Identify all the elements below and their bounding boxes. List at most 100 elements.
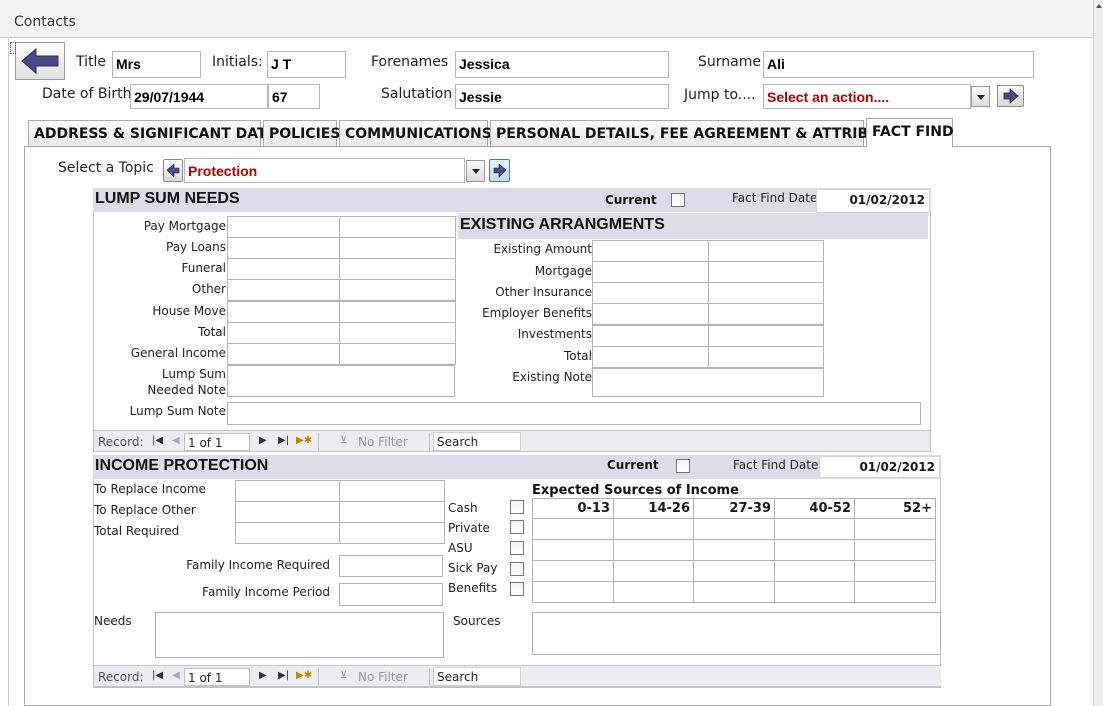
sources-grid-cell[interactable] [613, 560, 694, 582]
existing-value-field[interactable] [708, 282, 824, 304]
lump-sum-note-field[interactable] [227, 402, 921, 425]
income-amount-field[interactable] [235, 501, 340, 523]
sources-grid-cell[interactable] [774, 518, 855, 540]
sources-grid-cell[interactable] [693, 581, 775, 603]
existing-amount-field[interactable] [592, 325, 709, 347]
lump-value-field[interactable] [339, 343, 456, 365]
source-checkbox[interactable] [510, 541, 524, 555]
sources-grid-cell[interactable] [693, 539, 775, 561]
tab-personal-details[interactable]: PERSONAL DETAILS, FEE AGREEMENT & ATTRIB… [490, 120, 909, 146]
source-checkbox[interactable] [510, 582, 524, 596]
lump-amount-field[interactable] [227, 237, 340, 259]
title-field[interactable]: Mrs [112, 51, 201, 78]
source-checkbox[interactable] [510, 562, 524, 576]
sources-grid-cell[interactable] [854, 560, 936, 582]
lump-value-field[interactable] [339, 279, 456, 301]
no-filter-button[interactable]: No Filter [358, 435, 408, 449]
jump-go-button[interactable] [997, 85, 1024, 107]
lump-amount-field[interactable] [227, 343, 340, 365]
record-position-field[interactable]: 1 of 1 [184, 668, 250, 686]
initials-field[interactable]: J T [267, 51, 346, 78]
lump-value-field[interactable] [339, 301, 456, 323]
sources-grid-cell[interactable] [774, 581, 855, 603]
next-record-icon[interactable]: ▶ [259, 435, 267, 446]
income-amount-field[interactable] [235, 522, 340, 544]
search-input[interactable]: Search [433, 432, 521, 451]
jump-dropdown-button[interactable] [971, 86, 990, 107]
source-checkbox[interactable] [510, 520, 524, 534]
existing-amount-field[interactable] [592, 346, 709, 368]
lump-value-field[interactable] [339, 237, 456, 259]
first-record-icon[interactable]: |◀ [152, 435, 163, 446]
family-income-required-field[interactable] [339, 555, 443, 577]
record-position-field[interactable]: 1 of 1 [184, 433, 250, 451]
age-field[interactable]: 67 [268, 84, 320, 109]
topic-select[interactable]: Protection [184, 158, 465, 183]
existing-value-field[interactable] [708, 303, 824, 325]
lump-value-field[interactable] [339, 258, 456, 280]
sources-grid-cell[interactable] [693, 560, 775, 582]
sources-grid-cell[interactable] [532, 560, 614, 582]
lump-amount-field[interactable] [227, 258, 340, 280]
existing-value-field[interactable] [708, 346, 824, 368]
lump-sum-needed-note-field[interactable] [227, 365, 455, 397]
salutation-field[interactable]: Jessie [455, 84, 669, 109]
income-value-field[interactable] [339, 501, 445, 523]
next-record-icon[interactable]: ▶ [259, 670, 267, 681]
sources-field[interactable] [532, 612, 941, 655]
sources-grid-cell[interactable] [613, 518, 694, 540]
filter-icon[interactable]: ⊻ [340, 435, 347, 446]
tab-communications[interactable]: COMMUNICATIONS [339, 120, 492, 146]
search-input[interactable]: Search [433, 667, 521, 686]
existing-amount-field[interactable] [592, 282, 709, 304]
first-record-icon[interactable]: |◀ [152, 670, 163, 681]
sources-grid-cell[interactable] [532, 518, 614, 540]
existing-value-field[interactable] [708, 325, 824, 347]
sources-grid-cell[interactable] [774, 539, 855, 561]
existing-note-field[interactable] [592, 368, 824, 397]
last-record-icon[interactable]: ▶| [278, 435, 289, 446]
back-button[interactable] [15, 42, 65, 80]
income-value-field[interactable] [339, 522, 445, 544]
window-scrollbar[interactable] [1093, 0, 1103, 706]
family-income-period-field[interactable] [339, 583, 443, 606]
sources-grid-cell[interactable] [854, 581, 936, 603]
income-value-field[interactable] [339, 480, 445, 502]
no-filter-button[interactable]: No Filter [358, 670, 408, 684]
new-record-icon[interactable]: ▶✱ [296, 435, 312, 446]
sources-grid-cell[interactable] [693, 518, 775, 540]
lump-amount-field[interactable] [227, 216, 340, 238]
dob-field[interactable]: 29/07/1944 [130, 84, 268, 109]
tab-policies[interactable]: POLICIES [263, 120, 340, 146]
existing-value-field[interactable] [708, 261, 824, 283]
needs-field[interactable] [155, 612, 444, 658]
sources-grid-cell[interactable] [774, 560, 855, 582]
lump-fact-find-date[interactable]: 01/02/2012 [816, 189, 930, 213]
jump-select[interactable]: Select an action.... [763, 84, 971, 109]
tab-fact-find[interactable]: FACT FIND [866, 118, 954, 146]
income-fact-find-date[interactable]: 01/02/2012 [819, 456, 940, 478]
lump-value-field[interactable] [339, 216, 456, 238]
existing-value-field[interactable] [708, 240, 824, 262]
forenames-field[interactable]: Jessica [455, 51, 669, 78]
existing-amount-field[interactable] [592, 240, 709, 262]
sources-grid-cell[interactable] [854, 518, 936, 540]
lump-value-field[interactable] [339, 322, 456, 344]
prev-topic-button[interactable] [163, 159, 183, 182]
surname-field[interactable]: Ali [763, 51, 1034, 78]
lump-amount-field[interactable] [227, 279, 340, 301]
income-current-checkbox[interactable] [676, 459, 690, 473]
existing-amount-field[interactable] [592, 303, 709, 325]
lump-current-checkbox[interactable] [671, 193, 685, 207]
sources-grid-cell[interactable] [532, 581, 614, 603]
filter-icon[interactable]: ⊻ [340, 670, 347, 681]
lump-amount-field[interactable] [227, 322, 340, 344]
sources-grid-cell[interactable] [854, 539, 936, 561]
scroll-up-icon[interactable] [1096, 4, 1102, 8]
prev-record-icon[interactable]: ◀ [172, 670, 180, 681]
sources-grid-cell[interactable] [613, 539, 694, 561]
last-record-icon[interactable]: ▶| [278, 670, 289, 681]
existing-amount-field[interactable] [592, 261, 709, 283]
next-topic-button[interactable] [489, 159, 510, 182]
topic-dropdown-button[interactable] [466, 160, 485, 182]
